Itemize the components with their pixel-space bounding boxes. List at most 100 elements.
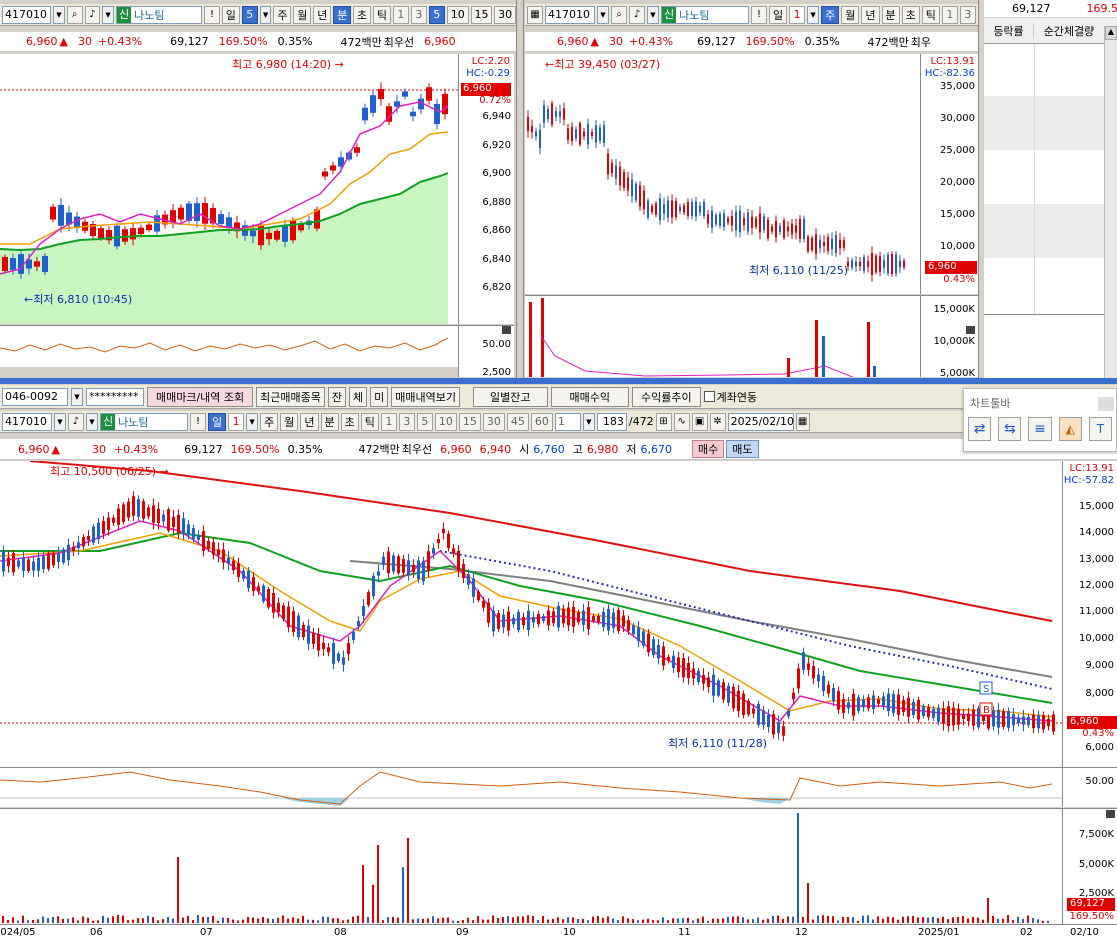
area-chart-icon[interactable]: ◭ xyxy=(1058,417,1082,441)
period-second-button[interactable]: 초 xyxy=(901,5,920,24)
interval-1-button[interactable]: 1 xyxy=(380,412,397,431)
period-tick-button[interactable]: 틱 xyxy=(373,5,391,24)
gear-icon[interactable]: ✲ xyxy=(709,412,726,431)
interval-3-button[interactable]: 3 xyxy=(410,5,427,24)
balance-button[interactable]: 잔 xyxy=(327,386,347,407)
stock-code-dropdown[interactable]: ▼ xyxy=(53,5,65,24)
buy-button[interactable]: 매수 xyxy=(692,440,725,458)
top-mid-price-chart[interactable]: ←최고 39,450 (03/27) 최저 6,110 (11/25) xyxy=(525,54,920,294)
stock-name-field[interactable]: 신 나노팀 xyxy=(100,412,188,431)
range-count-input[interactable]: 183 xyxy=(596,412,627,431)
search-icon[interactable]: ⌕ xyxy=(611,5,627,24)
daily-balance-button[interactable]: 일별잔고 xyxy=(473,386,548,407)
period-count-dropdown[interactable]: ▼ xyxy=(246,412,259,431)
refresh-icon[interactable]: ⇄ xyxy=(968,417,992,441)
chart-icon[interactable]: ▦ xyxy=(527,5,543,24)
interval-5-button[interactable]: 5 xyxy=(428,5,445,24)
panel-close-icon[interactable] xyxy=(1106,810,1115,818)
recent-stocks-button[interactable]: 최근매매종목 xyxy=(256,386,325,407)
period-count-field[interactable]: 5 xyxy=(241,5,258,24)
period-day-button[interactable]: 일 xyxy=(221,5,240,24)
speaker-dropdown[interactable]: ▼ xyxy=(86,412,98,431)
main-price-chart[interactable]: 최고 10,500 (06/25) → 최저 6,110 (11/28) S B xyxy=(0,461,1062,767)
custom-interval-input[interactable]: 1 xyxy=(554,412,581,431)
stock-code-dropdown[interactable]: ▼ xyxy=(54,412,66,431)
period-month-button[interactable]: 월 xyxy=(293,5,312,24)
interval-60-button[interactable]: 60 xyxy=(530,412,553,431)
stock-code-input[interactable]: 417010 xyxy=(2,5,52,24)
trade-mark-button[interactable]: 매매마크/내역 조회 xyxy=(147,386,254,407)
interval-45-button[interactable]: 45 xyxy=(506,412,529,431)
period-tick-button[interactable]: 틱 xyxy=(360,412,379,431)
date-input[interactable]: 2025/02/10 xyxy=(727,412,794,431)
speaker-dropdown[interactable]: ▼ xyxy=(647,5,659,24)
speaker-dropdown[interactable]: ▼ xyxy=(102,5,114,24)
scrollbar[interactable]: ▲ xyxy=(1104,26,1117,378)
period-minute-button[interactable]: 분 xyxy=(333,5,352,24)
interval-30-button[interactable]: 30 xyxy=(482,412,505,431)
top-mid-volume-chart[interactable] xyxy=(525,295,920,377)
splitter-vertical[interactable] xyxy=(516,0,524,378)
stock-name-field[interactable]: 신 나노팀 xyxy=(115,5,203,24)
return-trend-button[interactable]: 수익률추이 xyxy=(631,386,701,407)
account-number[interactable]: 046-0092 xyxy=(2,387,68,406)
lines-icon[interactable]: ≡ xyxy=(1028,417,1052,441)
alert-icon[interactable]: ! xyxy=(190,412,206,431)
calendar-icon[interactable]: ▦ xyxy=(795,412,810,431)
save-icon[interactable]: ▣ xyxy=(691,412,708,431)
panel-close-icon[interactable] xyxy=(502,326,511,334)
indicator-icon[interactable]: ∿ xyxy=(673,412,690,431)
speaker-icon[interactable]: ♪ xyxy=(84,5,101,24)
col-header-change-rate[interactable]: 등락률 xyxy=(984,22,1034,39)
compare-icon[interactable]: ⇆ xyxy=(998,417,1022,441)
period-minute-button[interactable]: 분 xyxy=(881,5,900,24)
filled-button[interactable]: 체 xyxy=(349,386,368,407)
interval-15-button[interactable]: 15 xyxy=(458,412,481,431)
sell-button[interactable]: 매도 xyxy=(726,440,759,458)
period-year-button[interactable]: 년 xyxy=(300,412,319,431)
period-week-button[interactable]: 주 xyxy=(821,5,840,24)
period-second-button[interactable]: 초 xyxy=(340,412,359,431)
period-second-button[interactable]: 초 xyxy=(353,5,372,24)
period-count-dropdown[interactable]: ▼ xyxy=(259,5,272,24)
interval-3-button[interactable]: 3 xyxy=(959,5,976,24)
checkbox-icon[interactable] xyxy=(703,391,715,402)
interval-10-button[interactable]: 10 xyxy=(434,412,457,431)
alert-icon[interactable]: ! xyxy=(204,5,220,24)
period-tick-button[interactable]: 틱 xyxy=(921,5,940,24)
interval-30-button[interactable]: 30 xyxy=(494,5,516,24)
col-header-instant-volume[interactable]: 순간체결량 xyxy=(1034,23,1104,39)
top-left-price-chart[interactable]: 최고 6,980 (14:20) → ←최저 6,810 (10:45) xyxy=(0,54,458,324)
period-count-field[interactable]: 1 xyxy=(789,5,806,24)
stock-code-dropdown[interactable]: ▼ xyxy=(597,5,609,24)
period-month-button[interactable]: 월 xyxy=(280,412,299,431)
period-count-field[interactable]: 1 xyxy=(228,412,245,431)
period-minute-button[interactable]: 분 xyxy=(320,412,339,431)
interval-10-button[interactable]: 10 xyxy=(446,5,469,24)
stock-code-input[interactable]: 417010 xyxy=(545,5,595,24)
chart-toolbar-panel[interactable]: 차트툴바 ⇄ ⇆ ≡ ◭ T xyxy=(963,388,1117,452)
interval-1-button[interactable]: 1 xyxy=(941,5,958,24)
interval-1-button[interactable]: 1 xyxy=(392,5,409,24)
top-left-oscillator[interactable] xyxy=(0,325,458,367)
stock-code-input[interactable]: 417010 xyxy=(2,412,52,431)
period-count-dropdown[interactable]: ▼ xyxy=(807,5,820,24)
panel-close-icon[interactable] xyxy=(966,326,975,334)
stock-name-field[interactable]: 신 나노팀 xyxy=(661,5,749,24)
interval-3-button[interactable]: 3 xyxy=(398,412,415,431)
period-year-button[interactable]: 년 xyxy=(861,5,880,24)
unfilled-button[interactable]: 미 xyxy=(370,386,389,407)
main-oscillator[interactable] xyxy=(0,767,1062,807)
interval-5-button[interactable]: 5 xyxy=(416,412,433,431)
panel-pin-icon[interactable] xyxy=(1098,397,1114,411)
interval-15-button[interactable]: 15 xyxy=(470,5,493,24)
main-volume-chart[interactable] xyxy=(0,808,1062,924)
custom-interval-dropdown[interactable]: ▼ xyxy=(582,412,595,431)
trade-profit-button[interactable]: 매매수익 xyxy=(550,386,629,407)
period-day-button[interactable]: 일 xyxy=(208,412,227,431)
alert-icon[interactable]: ! xyxy=(751,5,767,24)
search-icon[interactable]: ⌕ xyxy=(66,5,83,24)
period-week-button[interactable]: 주 xyxy=(260,412,279,431)
scroll-up-icon[interactable]: ▲ xyxy=(1105,26,1117,40)
trade-history-button[interactable]: 매매내역보기 xyxy=(391,386,461,407)
